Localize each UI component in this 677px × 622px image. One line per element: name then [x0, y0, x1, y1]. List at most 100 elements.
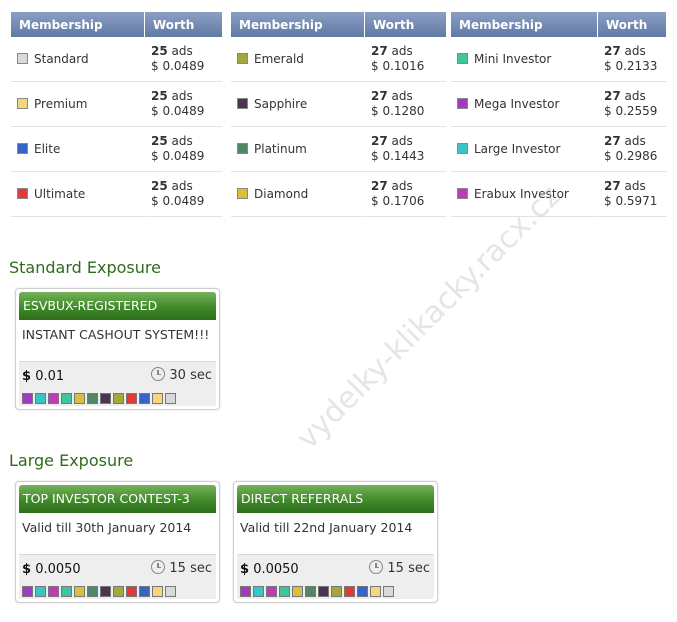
ad-title[interactable]: ESVBUX-REGISTERED [19, 292, 216, 320]
membership-square-icon [113, 586, 124, 597]
ads-unit: ads [171, 179, 193, 193]
worth-cell: 25 ads $ 0.0489 [145, 82, 223, 127]
membership-color-icon [17, 143, 28, 154]
worth-cell: 25 ads $ 0.0489 [145, 172, 223, 217]
ads-count: 25 [151, 44, 168, 58]
ad-title[interactable]: TOP INVESTOR CONTEST-3 [19, 485, 216, 513]
ad-description: INSTANT CASHOUT SYSTEM!!! [22, 327, 210, 342]
large-exposure-heading: Large Exposure [9, 451, 134, 470]
membership-square-icon [139, 393, 150, 404]
ad-title[interactable]: DIRECT REFERRALS [237, 485, 434, 513]
ad-description: Valid till 30th January 2014 [22, 520, 192, 535]
membership-cell: Mini Investor [451, 37, 598, 82]
ads-count: 27 [604, 44, 621, 58]
worth-cell: 27 ads $ 0.1706 [365, 172, 447, 217]
membership-row: Ultimate 25 ads $ 0.0489 [11, 172, 223, 217]
membership-color-icon [457, 188, 468, 199]
membership-name: Mini Investor [474, 52, 552, 66]
worth-value: $ 0.1706 [371, 194, 425, 208]
worth-value: $ 0.0489 [151, 194, 205, 208]
worth-value: $ 0.1443 [371, 149, 425, 163]
membership-name: Diamond [254, 187, 309, 201]
membership-square-icon [87, 393, 98, 404]
membership-name: Premium [34, 97, 88, 111]
price-value: 0.0050 [35, 562, 81, 577]
membership-row: Elite 25 ads $ 0.0489 [11, 127, 223, 172]
membership-squares [22, 389, 178, 408]
ads-unit: ads [391, 134, 413, 148]
membership-square-icon [126, 393, 137, 404]
membership-table-1: Membership Worth Standard 25 ads $ 0.0489 P… [11, 12, 223, 217]
membership-square-icon [48, 393, 59, 404]
ad-duration: 30 sec [151, 367, 212, 383]
membership-square-icon [139, 586, 150, 597]
membership-square-icon [87, 586, 98, 597]
worth-cell: 27 ads $ 0.5971 [598, 172, 667, 217]
membership-square-icon [253, 586, 264, 597]
ads-unit: ads [171, 44, 193, 58]
col-membership: Membership [11, 12, 145, 37]
worth-cell: 25 ads $ 0.0489 [145, 37, 223, 82]
worth-cell: 27 ads $ 0.1016 [365, 37, 447, 82]
membership-table-3: Membership Worth Mini Investor 27 ads $ 0.… [451, 12, 667, 217]
membership-cell: Diamond [231, 172, 365, 217]
membership-square-icon [152, 393, 163, 404]
membership-row: Emerald 27 ads $ 0.1016 [231, 37, 447, 82]
ad-price: $ 0.01 [22, 369, 64, 384]
membership-square-icon [305, 586, 316, 597]
membership-square-icon [279, 586, 290, 597]
clock-icon [369, 560, 384, 574]
currency-symbol: $ [240, 562, 250, 577]
ads-count: 25 [151, 89, 168, 103]
membership-table-2: Membership Worth Emerald 27 ads $ 0.1016 Sa… [231, 12, 447, 217]
ads-unit: ads [391, 44, 413, 58]
membership-square-icon [165, 586, 176, 597]
worth-value: $ 0.1016 [371, 59, 425, 73]
worth-value: $ 0.5971 [604, 194, 658, 208]
membership-row: Standard 25 ads $ 0.0489 [11, 37, 223, 82]
membership-squares [240, 582, 396, 601]
membership-square-icon [126, 586, 137, 597]
membership-square-icon [344, 586, 355, 597]
col-worth: Worth [598, 12, 667, 37]
membership-square-icon [113, 393, 124, 404]
col-membership: Membership [231, 12, 365, 37]
ads-count: 27 [371, 44, 388, 58]
ads-unit: ads [391, 89, 413, 103]
membership-square-icon [165, 393, 176, 404]
ads-count: 27 [604, 134, 621, 148]
membership-square-icon [48, 586, 59, 597]
membership-cell: Platinum [231, 127, 365, 172]
membership-square-icon [74, 393, 85, 404]
membership-square-icon [61, 586, 72, 597]
membership-square-icon [100, 586, 111, 597]
ad-card-esvbux[interactable]: ESVBUX-REGISTERED INSTANT CASHOUT SYSTEM… [15, 288, 220, 410]
ad-duration: 15 sec [369, 560, 430, 576]
worth-value: $ 0.2559 [604, 104, 658, 118]
ad-card-direct-referrals[interactable]: DIRECT REFERRALS Valid till 22nd January… [233, 481, 438, 603]
membership-color-icon [457, 98, 468, 109]
col-worth: Worth [365, 12, 447, 37]
membership-square-icon [35, 393, 46, 404]
membership-square-icon [100, 393, 111, 404]
worth-cell: 27 ads $ 0.2559 [598, 82, 667, 127]
membership-cell: Standard [11, 37, 145, 82]
ad-card-top-investor[interactable]: TOP INVESTOR CONTEST-3 Valid till 30th J… [15, 481, 220, 603]
membership-squares [22, 582, 178, 601]
ads-count: 25 [151, 134, 168, 148]
worth-cell: 27 ads $ 0.2133 [598, 37, 667, 82]
ad-footer: $ 0.0050 15 sec [19, 554, 216, 599]
ad-price: $ 0.0050 [22, 562, 81, 577]
membership-square-icon [383, 586, 394, 597]
membership-row: Mega Investor 27 ads $ 0.2559 [451, 82, 667, 127]
ads-unit: ads [171, 134, 193, 148]
clock-icon [151, 367, 166, 381]
membership-row: Large Investor 27 ads $ 0.2986 [451, 127, 667, 172]
ads-unit: ads [171, 89, 193, 103]
membership-name: Emerald [254, 52, 304, 66]
duration-value: 30 sec [169, 368, 212, 383]
membership-row: Sapphire 27 ads $ 0.1280 [231, 82, 447, 127]
ads-unit: ads [624, 44, 646, 58]
ad-footer: $ 0.01 30 sec [19, 361, 216, 406]
membership-color-icon [237, 98, 248, 109]
